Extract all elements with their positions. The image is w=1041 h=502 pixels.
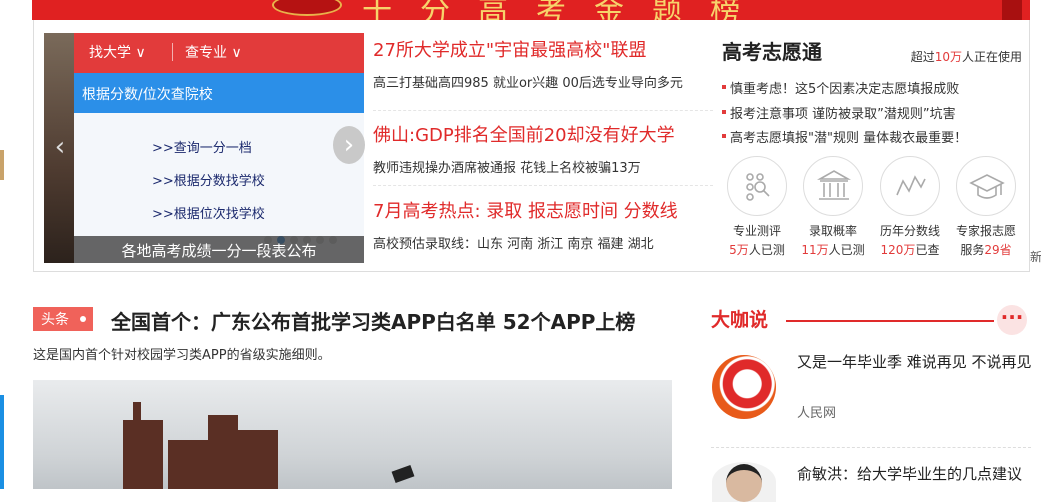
gaokao-bullet[interactable]: 报考注意事项 谨防被录取”潜规则”坑害 [722,103,956,122]
tab-find-university[interactable]: 找大学 ∨ [89,42,146,62]
link-by-score[interactable]: >>根据分数找学校 [152,170,265,189]
service-count: 11万人已测 [798,241,868,258]
service-label: 专业测评 [732,224,781,238]
banner-text: 十分高考金题榜 [362,0,768,20]
service-count: 服务29省 [951,241,1021,258]
query-by-score-label[interactable]: 根据分数/位次查院校 [74,73,364,113]
banner-decoration [272,0,342,16]
people-daily-logo[interactable] [712,355,776,419]
school-search-slider: 找大学 ∨ 查专业 ∨ 根据分数/位次查院校 >>查询一分一档 >>根据分数找学… [44,33,364,263]
image-tower [238,430,278,489]
dakashuo-divider [786,320,994,322]
headline-sub: 这是国内首个针对校园学习类APP的省级实施细则。 [33,348,331,363]
avatar-face [726,464,762,502]
gaokao-bullet[interactable]: 慎重考虑！这5个因素决定志愿填报成败 [721,78,959,97]
top-banner: 十分高考金题榜 [32,0,1030,20]
slider-prev-icon[interactable]: ‹ [44,128,76,166]
news-list: 27所大学成立"宇宙最强高校"联盟 高三打基础高四985 就业or兴趣 00后选… [373,36,713,261]
news-item: 7月高考热点: 录取 报志愿时间 分数线 高校预估录取线：山东 河南 浙江 南京… [373,186,713,261]
service-count-prefix: 服务 [960,243,985,257]
service-count-value: 29省 [984,243,1012,257]
service-count-suffix: 人已测 [828,243,865,257]
service-expert-application[interactable]: 专家报志愿 服务29省 [951,156,1021,258]
left-edge-ad[interactable] [0,150,4,180]
image-cap [391,464,415,484]
service-count-suffix: 已查 [915,243,940,257]
dakashuo-title[interactable]: 大咖说 [711,305,768,332]
headline-badge: 头条 [33,307,93,331]
slider-next-icon[interactable]: › [333,126,365,164]
image-spire [133,402,141,422]
news-item: 27所大学成立"宇宙最强高校"联盟 高三打基础高四985 就业or兴趣 00后选… [373,36,713,111]
dakashuo-item-title[interactable]: 又是一年毕业季 难说再见 不说再见 [797,353,1037,372]
user-count: 超过10万人正在使用 [911,48,1022,65]
side-tab-cut[interactable]: 新 [1030,248,1041,265]
university-icon [803,156,863,216]
dakashuo-item-title[interactable]: 俞敏洪：给大学毕业生的几点建议 [797,463,1022,484]
more-icon[interactable]: ··· [997,305,1027,335]
service-count: 5万人已测 [722,241,792,258]
badge-dot [80,316,86,322]
service-label: 录取概率 [808,224,857,238]
graduation-cap-icon [956,156,1016,216]
service-count-value: 120万 [880,243,916,257]
gaokao-panel: 高考志愿通 超过10万人正在使用 慎重考虑！这5个因素决定志愿填报成败 报考注意… [721,36,1022,257]
news-headline[interactable]: 7月高考热点: 录取 报志愿时间 分数线 [373,197,713,223]
user-count-suffix: 人正在使用 [961,50,1022,64]
service-count-value: 11万 [801,243,829,257]
headline-badge-label: 头条 [41,312,69,328]
service-count-suffix: 人已测 [748,243,785,257]
user-count-prefix: 超过 [910,50,935,64]
service-label: 专家报志愿 [955,224,1016,238]
dakashuo-separator [711,447,1031,448]
image-tower [123,420,163,489]
tab-find-major[interactable]: 查专业 ∨ [185,42,242,62]
service-major-eval[interactable]: 专业测评 5万人已测 [722,156,792,258]
banner-corner [1002,0,1022,20]
news-item: 佛山:GDP排名全国前20却没有好大学 教师违规操办酒席被通报 花钱上名校被骗1… [373,111,713,186]
gaokao-bullet[interactable]: 高考志愿填报"潜"规则 量体裁衣最重要！ [721,127,967,146]
dakashuo-item-source: 人民网 [797,406,837,421]
service-count: 120万已查 [875,241,945,258]
news-headline[interactable]: 佛山:GDP排名全国前20却没有好大学 [373,121,713,147]
service-label: 历年分数线 [879,224,940,238]
headline-image[interactable] [33,380,672,489]
news-sub[interactable]: 教师违规操办酒席被通报 花钱上名校被骗13万 [373,157,713,176]
slide-caption[interactable]: 各地高考成绩一分一段表公布 [74,236,364,263]
news-sub[interactable]: 高校预估录取线：山东 河南 浙江 南京 福建 湖北 [373,233,713,252]
tab-divider [172,43,173,61]
news-headline[interactable]: 27所大学成立"宇宙最强高校"联盟 [373,36,713,62]
service-admission-prob[interactable]: 录取概率 11万人已测 [798,156,868,258]
avatar[interactable] [712,462,776,502]
news-sub[interactable]: 高三打基础高四985 就业or兴趣 00后选专业导向多元 [373,72,713,91]
headline-title[interactable]: 全国首个：广东公布首批学习类APP白名单 52个APP上榜 [111,306,635,335]
link-by-rank[interactable]: >>根据位次找学校 [152,203,265,222]
left-edge-float[interactable] [0,395,4,489]
user-count-value: 10万 [934,50,962,64]
link-score-table[interactable]: >>查询一分一档 [152,137,252,156]
service-count-value: 5万 [729,243,749,257]
trend-line-icon [880,156,940,216]
evaluation-icon [727,156,787,216]
image-tower [208,415,238,445]
service-score-lines[interactable]: 历年分数线 120万已查 [875,156,945,258]
